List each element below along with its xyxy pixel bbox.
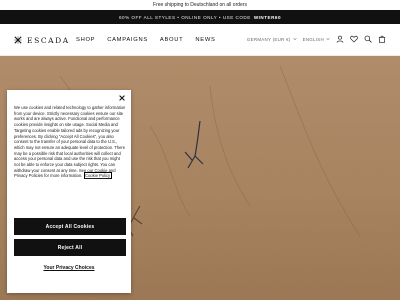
country-selector[interactable]: GERMANY (EUR €): [247, 37, 297, 42]
bag-icon[interactable]: [378, 35, 386, 43]
language-label: ENGLISH: [302, 36, 324, 42]
nav-about[interactable]: ABOUT: [160, 37, 183, 43]
promo-bar: 60% OFF ALL STYLES • ONLINE ONLY • USE C…: [0, 10, 400, 24]
announcement-bar: Free shipping to Deutschland on all orde…: [0, 0, 400, 10]
country-label: GERMANY (EUR €): [246, 36, 291, 42]
announcement-text: Free shipping to Deutschland on all orde…: [153, 2, 247, 8]
escada-logo-icon[interactable]: [14, 36, 22, 44]
user-icon[interactable]: [336, 35, 344, 43]
privacy-choices-link[interactable]: Your Privacy Choices: [7, 265, 131, 271]
main-nav: SHOP CAMPAIGNS ABOUT NEWS: [76, 37, 216, 43]
language-selector[interactable]: ENGLISH: [303, 37, 330, 42]
cookie-consent-modal: We use cookies and related technology to…: [7, 90, 131, 293]
chevron-down-icon: [293, 38, 297, 41]
accept-all-cookies-button[interactable]: Accept All Cookies: [14, 218, 126, 235]
cookie-body: We use cookies and related technology to…: [14, 105, 126, 179]
cookie-policy-link[interactable]: Cookie Policy: [83, 172, 112, 180]
chevron-down-icon: [326, 38, 330, 41]
header-actions: GERMANY (EUR €) ENGLISH: [247, 35, 386, 43]
cookie-body-text: We use cookies and related technology to…: [14, 105, 126, 180]
reject-all-button[interactable]: Reject All: [14, 239, 126, 256]
nav-news[interactable]: NEWS: [195, 37, 215, 43]
heart-icon[interactable]: [350, 35, 358, 43]
search-icon[interactable]: [364, 35, 372, 43]
site-header: ESCADA SHOP CAMPAIGNS ABOUT NEWS GERMANY…: [0, 24, 400, 56]
nav-shop[interactable]: SHOP: [76, 37, 95, 43]
promo-code: WINTER60: [253, 14, 282, 20]
nav-campaigns[interactable]: CAMPAIGNS: [107, 37, 148, 43]
close-icon[interactable]: [118, 94, 126, 102]
promo-text: 60% OFF ALL STYLES • ONLINE ONLY • USE C…: [118, 14, 251, 20]
logo-text[interactable]: ESCADA: [27, 36, 70, 45]
